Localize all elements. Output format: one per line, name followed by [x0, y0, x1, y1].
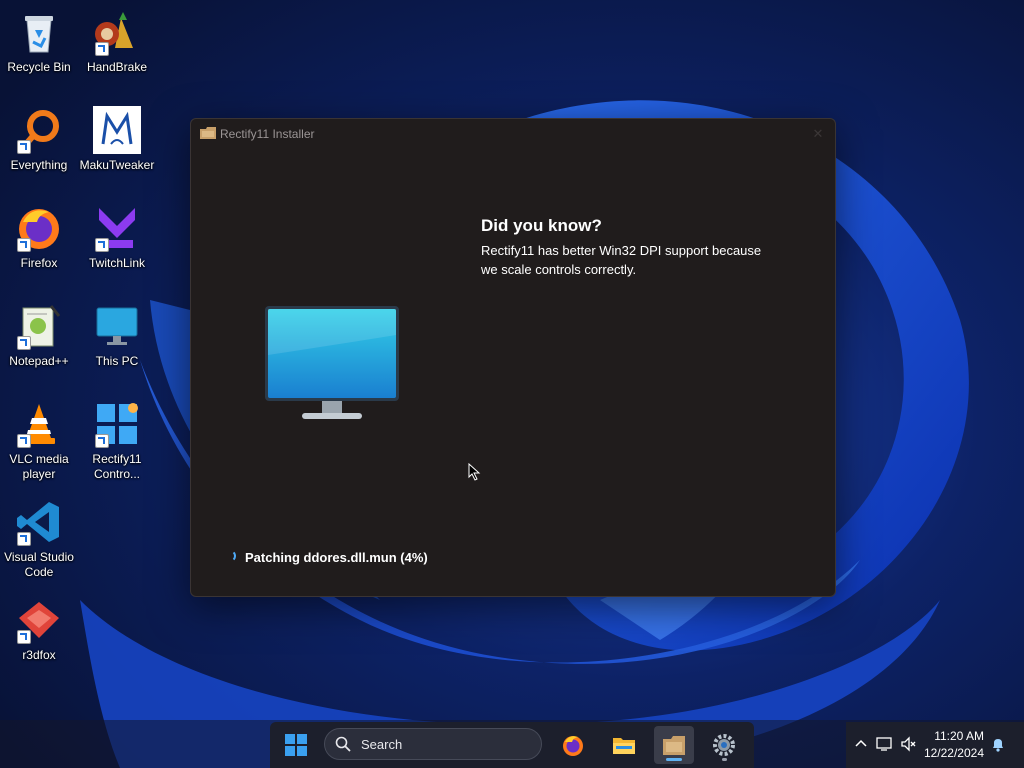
file-explorer-icon [613, 738, 635, 754]
desktop-icon-label: HandBrake [86, 60, 148, 74]
shortcut-arrow-icon [17, 238, 31, 252]
desktop-icon-r3dfox[interactable]: r3dfox [0, 596, 78, 663]
taskbar-firefox[interactable] [553, 726, 593, 764]
search-icon [335, 736, 351, 752]
start-button[interactable] [276, 726, 316, 764]
notifications-button[interactable] [990, 736, 1006, 752]
tip-body: Rectify11 has better Win32 DPI support b… [481, 243, 762, 277]
firefox-icon [15, 204, 63, 252]
search-placeholder: Search [361, 737, 403, 752]
taskbar-settings[interactable] [704, 726, 744, 764]
twitchlink-icon [93, 204, 141, 252]
taskbar-search[interactable]: Search [324, 728, 542, 760]
desktop-icon-label: Recycle Bin [7, 60, 71, 74]
rectify11-installer-icon [200, 127, 216, 139]
monitor-illustration [265, 306, 399, 419]
desktop-icon-label: Notepad++ [9, 354, 69, 368]
shortcut-arrow-icon [95, 42, 109, 56]
rectify11-control-icon [93, 400, 141, 448]
desktop-icon-label: TwitchLink [88, 256, 146, 270]
network-button[interactable] [876, 736, 892, 752]
show-hidden-icons-button[interactable] [853, 736, 869, 752]
desktop-icon-makutweaker[interactable]: MakuTweaker [78, 106, 156, 173]
desktop-icon-vlc[interactable]: VLC media player [0, 400, 78, 482]
active-indicator [666, 758, 682, 761]
taskbar-file-explorer[interactable] [604, 726, 644, 764]
desktop-icon-firefox[interactable]: Firefox [0, 204, 78, 271]
progress-spinner-icon [224, 550, 236, 562]
volume-muted-icon [901, 736, 916, 752]
handbrake-icon [93, 8, 141, 56]
firefox-icon [563, 736, 583, 756]
notepadpp-icon [15, 302, 63, 350]
settings-icon [713, 734, 735, 756]
network-icon [876, 737, 892, 751]
makutweaker-icon [93, 106, 141, 154]
shortcut-arrow-icon [17, 434, 31, 448]
shortcut-arrow-icon [17, 140, 31, 154]
notification-bell-icon [993, 739, 1003, 752]
clock-time[interactable]: 11:20 AM [932, 729, 984, 743]
window-titlebar[interactable]: Rectify11 Installer ✕ [191, 119, 835, 149]
desktop-icon-label: MakuTweaker [79, 158, 155, 172]
r3dfox-icon [15, 596, 63, 644]
desktop-icon-notepadpp[interactable]: Notepad++ [0, 302, 78, 369]
installer-window: Rectify11 Installer ✕ Did you know? Rect… [190, 118, 836, 597]
this-pc-icon [93, 302, 141, 350]
tip-heading: Did you know? [481, 216, 602, 235]
desktop-icon-handbrake[interactable]: HandBrake [78, 8, 156, 75]
progress-status: Patching ddores.dll.mun (4%) [245, 550, 428, 565]
desktop-icon-label: Firefox [20, 256, 58, 270]
shortcut-arrow-icon [95, 434, 109, 448]
shortcut-arrow-icon [95, 238, 109, 252]
desktop-icon-rectify11-control[interactable]: Rectify11 Contro... [78, 400, 156, 482]
close-icon[interactable]: ✕ [807, 123, 829, 145]
shortcut-arrow-icon [17, 532, 31, 546]
start-icon [285, 734, 307, 756]
desktop-icon-this-pc[interactable]: This PC [78, 302, 156, 369]
window-title: Rectify11 Installer [220, 127, 315, 141]
desktop-icon-label: Visual Studio Code [4, 550, 74, 579]
running-indicator [722, 758, 727, 761]
rectify11-installer-icon [663, 736, 685, 755]
vlc-icon [15, 400, 63, 448]
desktop-icon-label: Rectify11 Contro... [92, 452, 142, 481]
desktop-icon-label: r3dfox [22, 648, 56, 662]
volume-button[interactable] [900, 736, 916, 752]
desktop-icon-label: This PC [95, 354, 139, 368]
vscode-icon [15, 498, 63, 546]
desktop-icon-label: VLC media player [9, 452, 69, 481]
clock-date[interactable]: 12/22/2024 [922, 746, 984, 760]
desktop-icon-recycle-bin[interactable]: Recycle Bin [0, 8, 78, 75]
desktop-icon-everything[interactable]: Everything [0, 106, 78, 173]
recycle-bin-icon [15, 8, 63, 56]
taskbar-rectify11-installer[interactable] [654, 726, 694, 764]
shortcut-arrow-icon [17, 336, 31, 350]
everything-icon [15, 106, 63, 154]
mouse-cursor-icon [468, 463, 481, 481]
shortcut-arrow-icon [17, 630, 31, 644]
desktop-icon-label: Everything [10, 158, 68, 172]
desktop-icon-vscode[interactable]: Visual Studio Code [0, 498, 78, 580]
chevron-up-icon [855, 739, 867, 747]
desktop-icon-twitchlink[interactable]: TwitchLink [78, 204, 156, 271]
